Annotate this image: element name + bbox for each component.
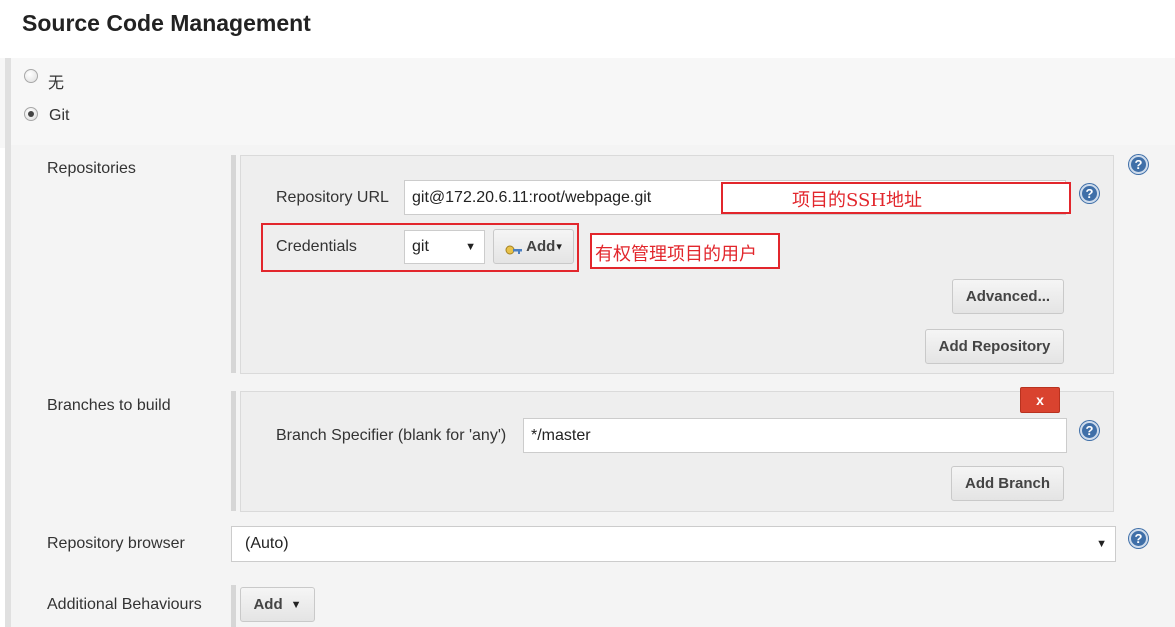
- repositories-label: Repositories: [47, 160, 136, 177]
- branches-panel-bar: [231, 391, 236, 511]
- repo-url-label: Repository URL: [276, 189, 389, 206]
- scm-git-label[interactable]: Git: [49, 107, 69, 125]
- ssh-annotation-text: 项目的SSH地址: [792, 190, 923, 211]
- repo-url-value: git@172.20.6.11:root/webpage.git: [412, 188, 652, 206]
- section-title: Source Code Management: [22, 10, 311, 36]
- branch-specifier-input[interactable]: */master: [523, 418, 1067, 453]
- chevron-down-icon: ▼: [290, 598, 302, 611]
- scm-none-label[interactable]: 无: [48, 69, 64, 93]
- scm-git-radio[interactable]: [24, 107, 38, 121]
- repo-browser-label: Repository browser: [47, 535, 185, 552]
- help-icon[interactable]: ?: [1129, 155, 1148, 174]
- branches-label: Branches to build: [47, 397, 171, 414]
- advanced-button[interactable]: Advanced...: [952, 279, 1064, 314]
- repo-browser-value: (Auto): [245, 535, 289, 552]
- delete-branch-button[interactable]: x: [1020, 387, 1060, 413]
- repo-browser-select[interactable]: (Auto) ▼: [231, 526, 1116, 562]
- add-branch-button[interactable]: Add Branch: [951, 466, 1064, 501]
- help-icon[interactable]: ?: [1080, 421, 1099, 440]
- repositories-panel-bar: [231, 155, 236, 373]
- branch-specifier-label: Branch Specifier (blank for 'any'): [276, 427, 507, 444]
- add-repository-button[interactable]: Add Repository: [925, 329, 1064, 364]
- scm-options-area: [0, 58, 1175, 148]
- help-icon[interactable]: ?: [1129, 529, 1148, 548]
- section-left-bar: [5, 58, 11, 627]
- scm-none-radio[interactable]: [24, 69, 38, 83]
- credentials-annotation-box: [261, 223, 579, 272]
- branch-specifier-value: */master: [531, 426, 591, 444]
- add-behaviour-button[interactable]: Add ▼: [240, 587, 315, 622]
- add-behaviour-label: Add: [253, 596, 283, 613]
- chevron-down-icon: ▼: [1096, 538, 1107, 550]
- user-annotation-text: 有权管理项目的用户: [595, 244, 757, 265]
- additional-panel-bar: [231, 585, 236, 627]
- additional-behaviours-label: Additional Behaviours: [47, 596, 202, 613]
- help-icon[interactable]: ?: [1080, 184, 1099, 203]
